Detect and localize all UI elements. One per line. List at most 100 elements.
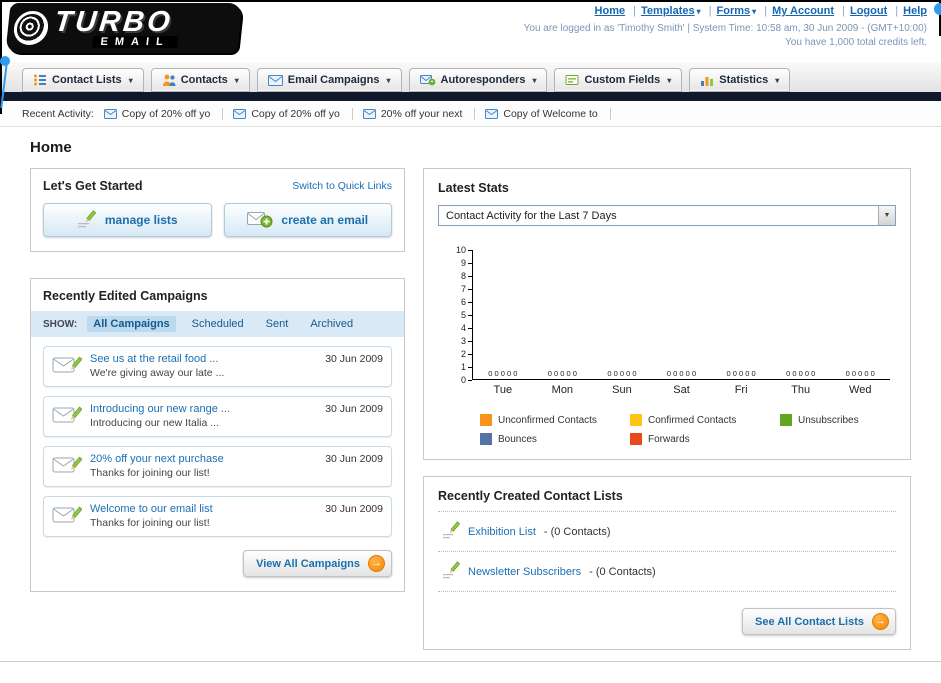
tab-label: Contact Lists [52, 74, 122, 86]
filter-archived[interactable]: Archived [304, 316, 359, 332]
campaign-subtitle: Thanks for joining our list! [90, 517, 210, 529]
activity-title: Copy of 20% off yo [121, 107, 211, 120]
tab-email-campaigns[interactable]: Email Campaigns ▾ [256, 68, 402, 92]
contact-list-count: - (0 Contacts) [543, 525, 611, 538]
caret-down-icon: ▾ [696, 7, 701, 16]
contact-list-link[interactable]: Exhibition List [468, 526, 536, 538]
caret-down-icon: ▾ [752, 7, 757, 16]
view-all-campaigns-label: View All Campaigns [256, 557, 360, 570]
legend-swatch [480, 414, 492, 426]
x-tick-label: Sat [673, 384, 690, 396]
nav-help[interactable]: Help [890, 5, 927, 17]
autoresponder-icon [419, 74, 436, 86]
nav-label: Templates [641, 5, 695, 17]
x-tick-label: Mon [551, 384, 574, 396]
contact-list-link[interactable]: Newsletter Subscribers [468, 566, 581, 578]
bar-value-labels: 0 0 0 0 0 [845, 369, 875, 378]
latest-stats-title: Latest Stats [438, 181, 509, 195]
legend-swatch [630, 414, 642, 426]
legend-unconfirmed-contacts: Unconfirmed Contacts [480, 414, 630, 426]
x-tick-label: Thu [791, 384, 811, 396]
legend-confirmed-contacts: Confirmed Contacts [630, 414, 780, 426]
chevron-down-icon: ▼ [878, 206, 895, 225]
contact-list-row: Newsletter Subscribers - (0 Contacts) [438, 552, 896, 592]
legend-label: Confirmed Contacts [648, 414, 737, 426]
legend-label: Unsubscribes [798, 414, 859, 426]
caret-down-icon: ▾ [667, 75, 672, 85]
legend-swatch [480, 433, 492, 445]
bar-value-labels: 0 0 0 0 0 [488, 369, 518, 378]
campaign-date: 30 Jun 2009 [325, 403, 383, 415]
arrow-right-icon: → [872, 613, 889, 630]
custom-fields-icon [565, 73, 579, 87]
see-all-contact-lists-button[interactable]: See All Contact Lists → [741, 608, 896, 635]
nav-templates[interactable]: Templates▾ [628, 5, 701, 17]
nav-logout[interactable]: Logout [837, 5, 887, 17]
bar-value-labels: 0 0 0 0 0 [726, 369, 756, 378]
stats-filter-value: Contact Activity for the Last 7 Days [446, 209, 617, 222]
envelope-pencil-icon [52, 453, 83, 480]
chart-slots: 0 0 0 0 0 0 0 0 0 0 0 0 0 0 0 0 0 0 0 0 0 0 … [473, 369, 890, 379]
create-email-button[interactable]: create an email [223, 203, 392, 237]
manage-lists-button[interactable]: manage lists [43, 203, 212, 237]
activity-title: Copy of 20% off yo [251, 107, 340, 120]
envelope-pencil-icon [52, 353, 83, 380]
switch-quick-links-link[interactable]: Switch to Quick Links [292, 180, 392, 192]
window-border-top [0, 0, 941, 2]
see-all-contact-lists-label: See All Contact Lists [754, 615, 864, 628]
top-nav: Home Templates▾ Forms▾ My Account Logout… [524, 5, 927, 17]
tab-autoresponders[interactable]: Autoresponders ▾ [408, 68, 548, 92]
pencil-icon [442, 561, 461, 582]
recent-campaigns-panel: Recently Edited Campaigns SHOW: All Camp… [30, 278, 405, 592]
tab-statistics[interactable]: Statistics ▾ [689, 68, 791, 92]
show-label: SHOW: [43, 318, 78, 330]
pencil-icon [77, 209, 97, 231]
chart-x-axis: Tue Mon Sun Sat Fri Thu Wed [473, 384, 890, 396]
caret-down-icon: ▾ [775, 75, 780, 85]
recent-activity-item[interactable]: Copy of 20% off yo [103, 107, 224, 120]
nav-label: Home [594, 5, 626, 17]
campaign-row: See us at the retail food ... We're givi… [43, 346, 392, 387]
envelope-icon [233, 108, 247, 119]
recent-contact-lists-panel: Recently Created Contact Lists Exhibitio… [423, 476, 911, 650]
login-info: You are logged in as 'Timothy Smith' | S… [523, 23, 927, 34]
tab-label: Statistics [719, 74, 769, 86]
recent-activity-item[interactable]: Copy of 20% off yo [233, 107, 353, 120]
recent-activity-item[interactable]: Copy of Welcome to [485, 107, 611, 120]
tab-custom-fields[interactable]: Custom Fields ▾ [554, 68, 683, 92]
tab-contact-lists[interactable]: Contact Lists ▾ [22, 68, 144, 92]
stats-filter-select[interactable]: Contact Activity for the Last 7 Days ▼ [438, 205, 896, 226]
recent-activity-bar: Recent Activity: Copy of 20% off yo Copy… [0, 101, 941, 127]
filter-sent[interactable]: Sent [260, 316, 295, 332]
envelope-icon [362, 108, 376, 119]
turbo-swirl-icon [12, 11, 50, 45]
bar-chart-icon [700, 73, 714, 87]
x-tick-label: Wed [849, 384, 872, 396]
contact-lists-icon [33, 73, 47, 87]
view-all-campaigns-button[interactable]: View All Campaigns → [243, 550, 392, 577]
legend-forwards: Forwards [630, 433, 780, 445]
filter-all-campaigns[interactable]: All Campaigns [87, 316, 176, 332]
nav-forms[interactable]: Forms▾ [704, 5, 757, 17]
tab-contacts[interactable]: Contacts ▾ [150, 68, 250, 92]
filter-scheduled[interactable]: Scheduled [186, 316, 250, 332]
campaign-title-link[interactable]: See us at the retail food ... [90, 353, 317, 365]
envelope-plus-icon [247, 210, 273, 231]
header-right: Home Templates▾ Forms▾ My Account Logout… [524, 5, 927, 48]
nav-my-account[interactable]: My Account [759, 5, 834, 17]
campaign-title-link[interactable]: 20% off your next purchase [90, 453, 317, 465]
latest-stats-panel: Latest Stats Contact Activity for the La… [423, 168, 911, 460]
bar-value-labels: 0 0 0 0 0 [786, 369, 816, 378]
get-started-title: Let's Get Started [43, 179, 143, 193]
envelope-icon [103, 108, 117, 119]
legend-swatch [630, 433, 642, 445]
recent-activity-item[interactable]: 20% off your next [362, 107, 476, 120]
bar-value-labels: 0 0 0 0 0 [547, 369, 577, 378]
arrow-right-icon: → [368, 555, 385, 572]
campaign-title-link[interactable]: Welcome to our email list [90, 503, 317, 515]
nav-home[interactable]: Home [595, 5, 626, 17]
campaign-title-link[interactable]: Introducing our new range ... [90, 403, 317, 415]
nav-divider-bar [0, 92, 941, 101]
campaign-row: 20% off your next purchase Thanks for jo… [43, 446, 392, 487]
envelope-pencil-icon [52, 503, 83, 530]
